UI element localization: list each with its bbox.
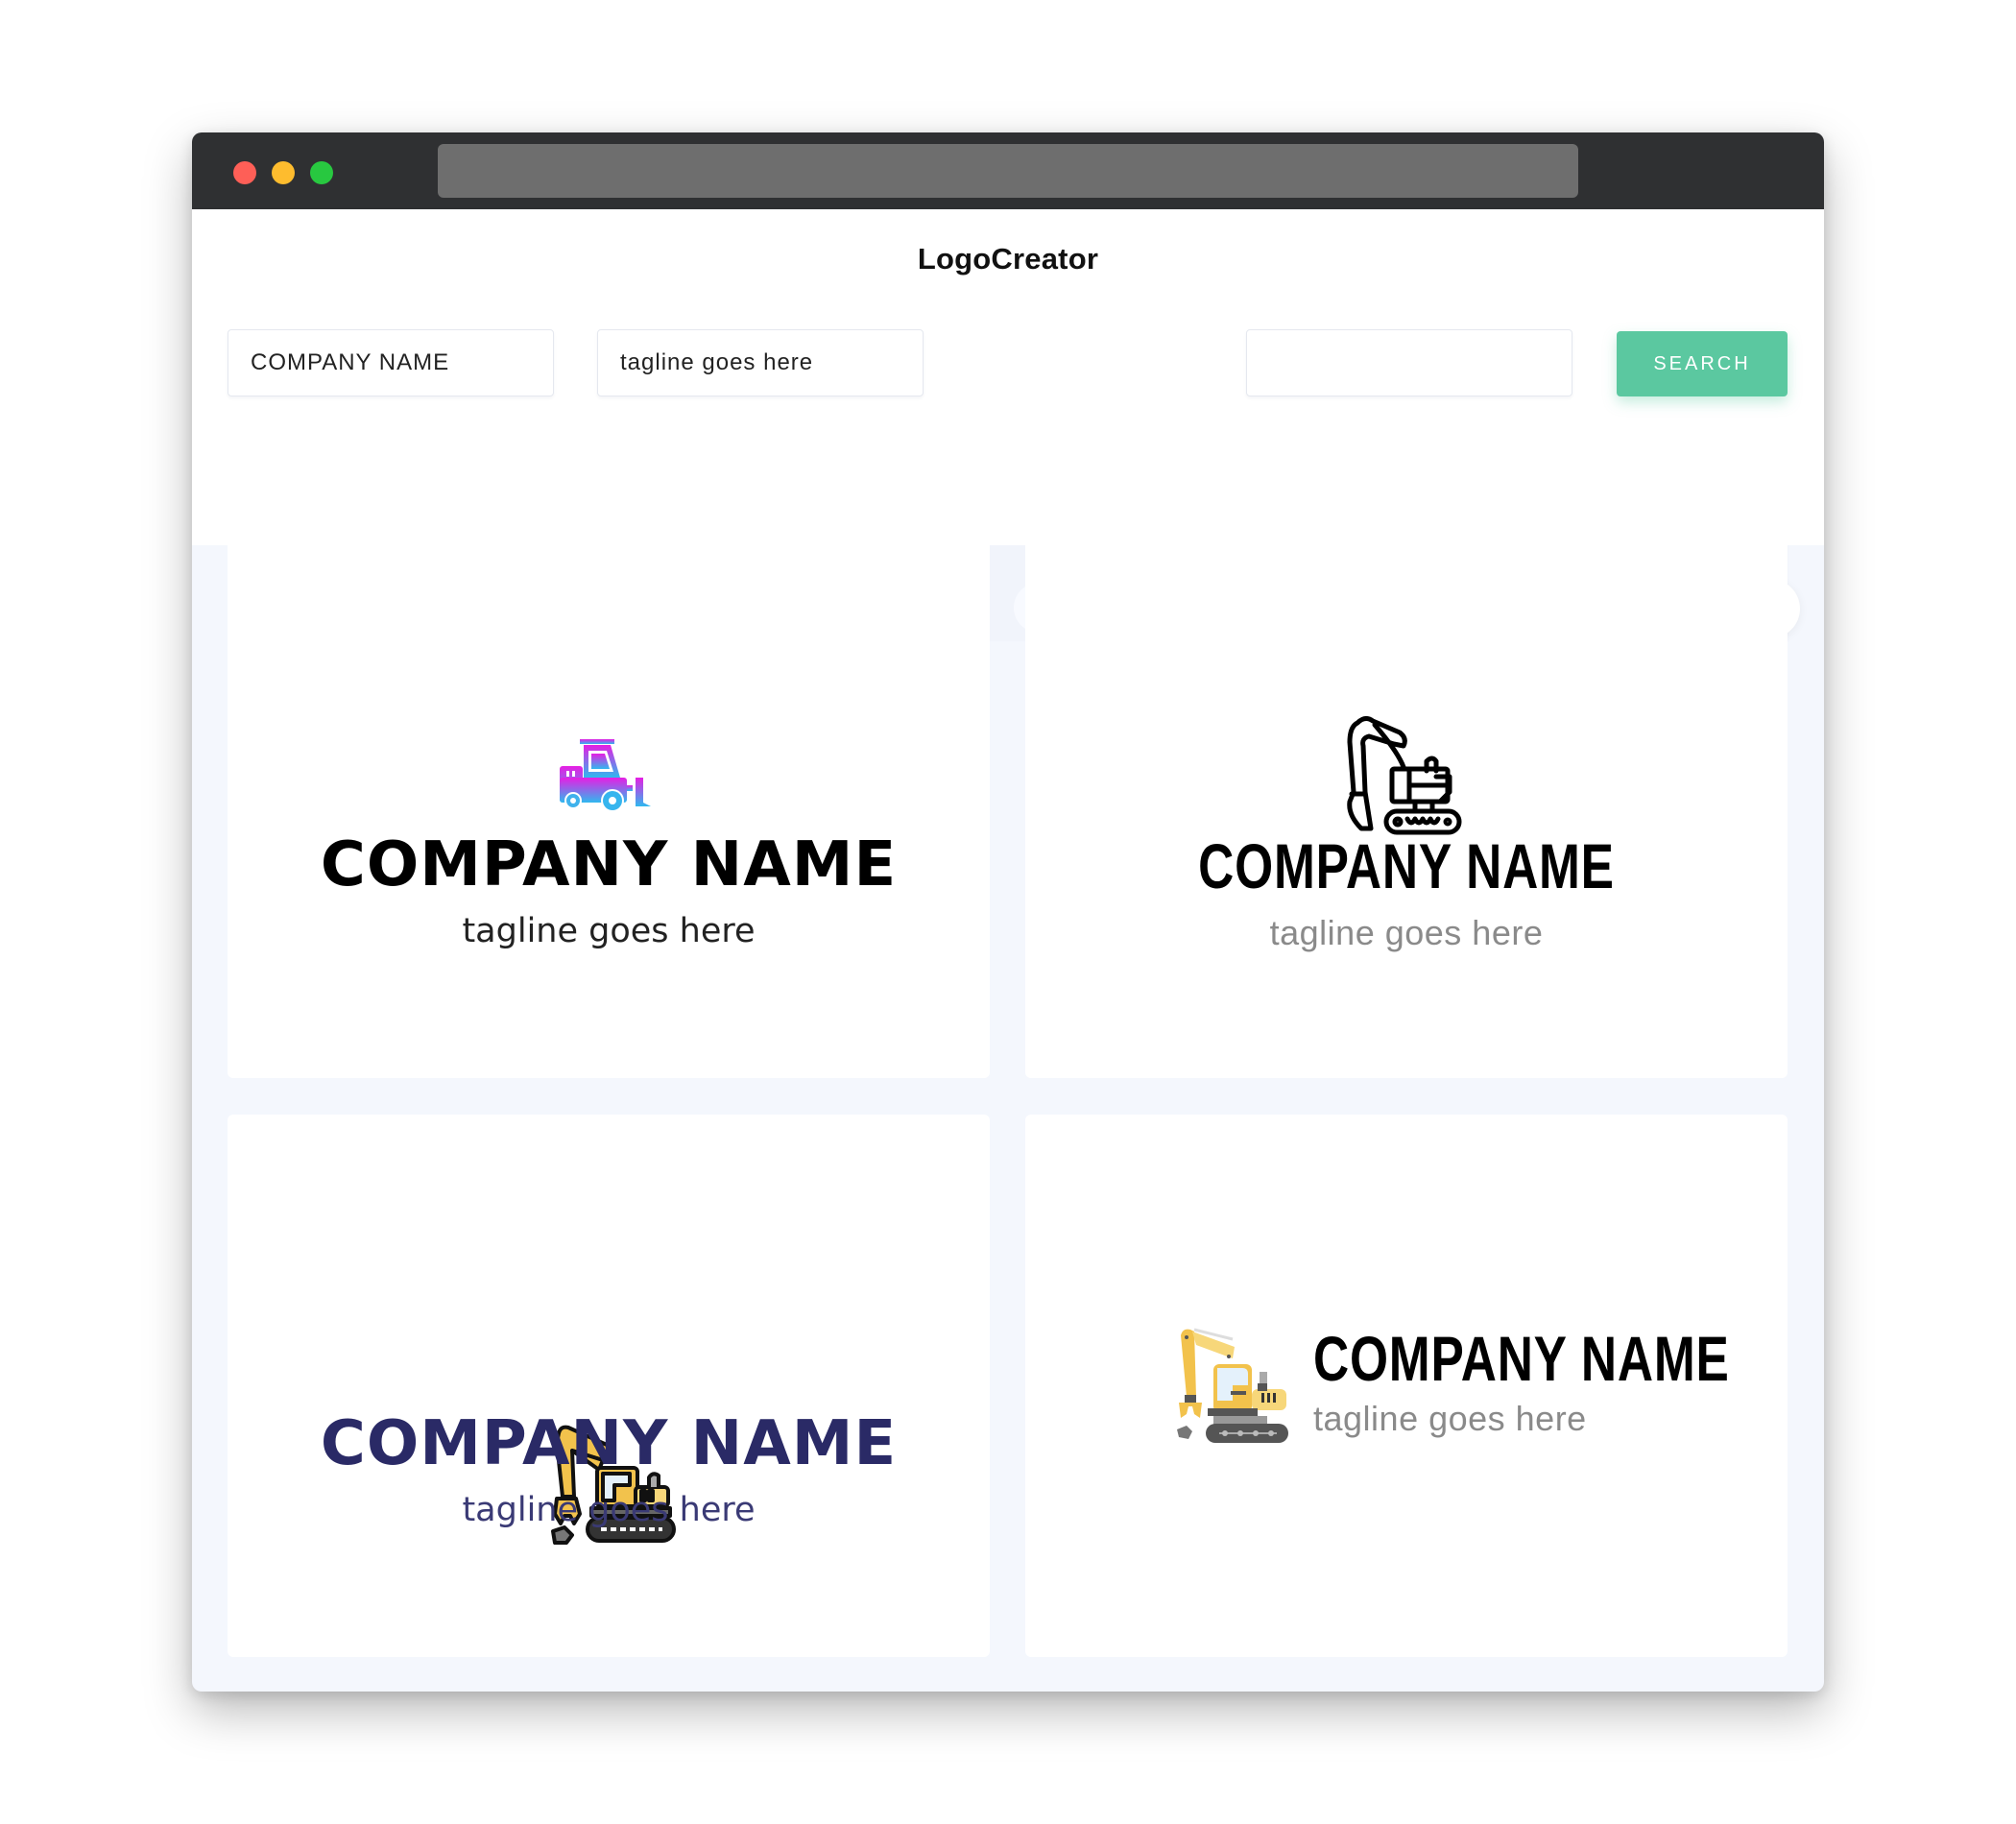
search-button[interactable]: SEARCH (1617, 331, 1788, 396)
logo-card[interactable]: COMPANY NAME tagline goes here (228, 536, 990, 1078)
tagline-input[interactable]: tagline goes here (597, 329, 924, 396)
address-bar[interactable] (438, 144, 1578, 198)
search-bar: COMPANY NAME tagline goes here SEARCH (192, 308, 1824, 545)
logo-company-name: COMPANY NAME (1313, 1323, 1730, 1394)
logo-card[interactable]: COMPANY NAME tagline goes here (228, 1115, 990, 1657)
company-name-input[interactable]: COMPANY NAME (228, 329, 554, 396)
logo-tagline: tagline goes here (462, 1491, 756, 1529)
close-window-button[interactable] (233, 161, 256, 184)
brand-logo[interactable]: LogoCreator (192, 242, 1824, 276)
maximize-window-button[interactable] (310, 161, 333, 184)
bulldozer-gradient-icon (560, 739, 651, 812)
logo-tagline: tagline goes here (1313, 1399, 1587, 1438)
title-bar (192, 132, 1824, 209)
logo-card[interactable]: COMPANY NAME tagline goes here (1025, 536, 1788, 1078)
logo-text-block: COMPANY NAME tagline goes here (1313, 1322, 1755, 1439)
logo-company-name: COMPANY NAME (320, 1408, 898, 1479)
logo-card[interactable]: COMPANY NAME tagline goes here (1025, 1115, 1788, 1657)
minimize-window-button[interactable] (272, 161, 295, 184)
logo-company-name: COMPANY NAME (1198, 830, 1615, 901)
excavator-outline-icon (1347, 715, 1462, 835)
logo-tagline: tagline goes here (462, 912, 756, 950)
keyword-input[interactable] (1246, 329, 1572, 396)
logo-tagline: tagline goes here (1269, 913, 1544, 952)
browser-window: LogoCreator COMPANY NAME tagline goes he… (192, 132, 1824, 1692)
excavator-flat-icon (1177, 1328, 1288, 1443)
app-header: LogoCreator (192, 209, 1824, 308)
logo-company-name: COMPANY NAME (320, 829, 898, 900)
